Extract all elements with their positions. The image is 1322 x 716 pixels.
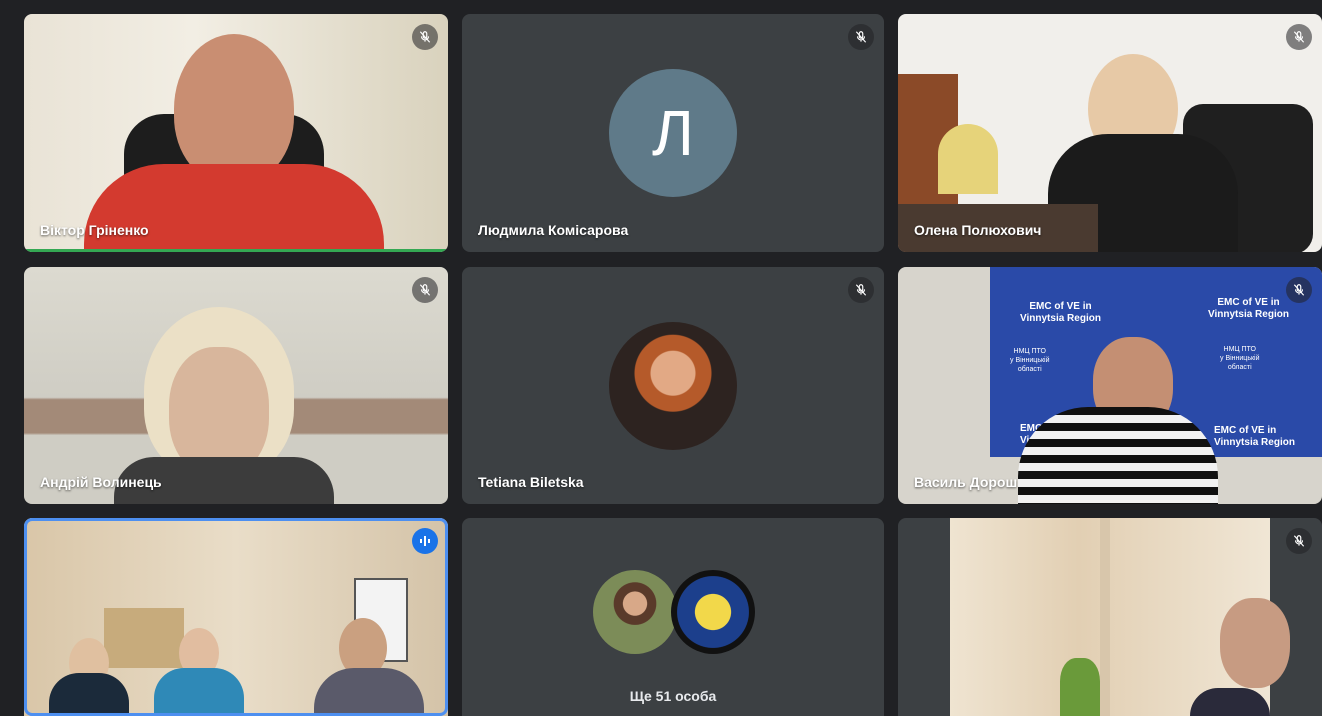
avatar: [671, 570, 755, 654]
video-feed: EMC of VE in Vinnytsia Region EMC of VE …: [898, 267, 1322, 504]
mic-off-icon: [412, 277, 438, 303]
video-feed: [950, 518, 1290, 716]
participant-name: Tetiana Biletska: [478, 474, 584, 490]
participant-name: Віктор Гріненко: [40, 222, 149, 238]
banner-text: у Вінницькій: [1220, 355, 1260, 362]
banner-text: НМЦ ПТО: [1223, 346, 1256, 353]
participant-tile-tetiana[interactable]: Tetiana Biletska: [462, 267, 884, 504]
video-feed: [24, 14, 448, 252]
participant-name: Людмила Комісарова: [478, 222, 629, 238]
more-participants-label: Ще 51 особа: [629, 688, 717, 704]
banner-text: EMC of VE in: [1214, 425, 1277, 436]
banner-text: Vinnytsia Region: [1208, 309, 1289, 320]
speaking-indicator: [24, 249, 448, 252]
participant-name: Василь Дорош: [914, 474, 1018, 490]
participant-tile-9[interactable]: [898, 518, 1322, 716]
avatar: [593, 570, 677, 654]
banner-text: Vinnytsia Region: [1214, 437, 1295, 448]
video-feed: [24, 518, 448, 716]
mic-off-icon: [848, 24, 874, 50]
mic-off-icon: [1286, 528, 1312, 554]
banner-text: EMC of VE in: [1217, 297, 1280, 308]
participant-tile-group[interactable]: [24, 518, 448, 716]
participant-tile-olena[interactable]: Олена Полюхович: [898, 14, 1322, 252]
participant-name: Олена Полюхович: [914, 222, 1042, 238]
participant-tile-andriy[interactable]: Андрій Волинець: [24, 267, 448, 504]
banner-text: області: [1017, 366, 1042, 373]
mic-off-icon: [1286, 24, 1312, 50]
avatar: Л: [609, 69, 737, 197]
more-participants-tile[interactable]: Ще 51 особа: [462, 518, 884, 716]
mic-off-icon: [412, 24, 438, 50]
mic-off-icon: [848, 277, 874, 303]
banner-text: у Вінницькій: [1010, 357, 1050, 364]
video-feed: [24, 267, 448, 504]
participant-tile-lyudmyla[interactable]: Л Людмила Комісарова: [462, 14, 884, 252]
avatar: [609, 321, 737, 450]
banner-text: НМЦ ПТО: [1013, 348, 1046, 355]
video-feed: [898, 14, 1322, 252]
banner-text: області: [1227, 364, 1252, 371]
participant-tile-viktor[interactable]: Віктор Гріненко: [24, 14, 448, 252]
speaking-icon: [412, 528, 438, 554]
banner-text: EMC of VE in: [1029, 301, 1092, 312]
participant-name: Андрій Волинець: [40, 474, 162, 490]
mic-off-icon: [1286, 277, 1312, 303]
participant-tile-vasyl[interactable]: EMC of VE in Vinnytsia Region EMC of VE …: [898, 267, 1322, 504]
banner-text: Vinnytsia Region: [1020, 313, 1101, 324]
